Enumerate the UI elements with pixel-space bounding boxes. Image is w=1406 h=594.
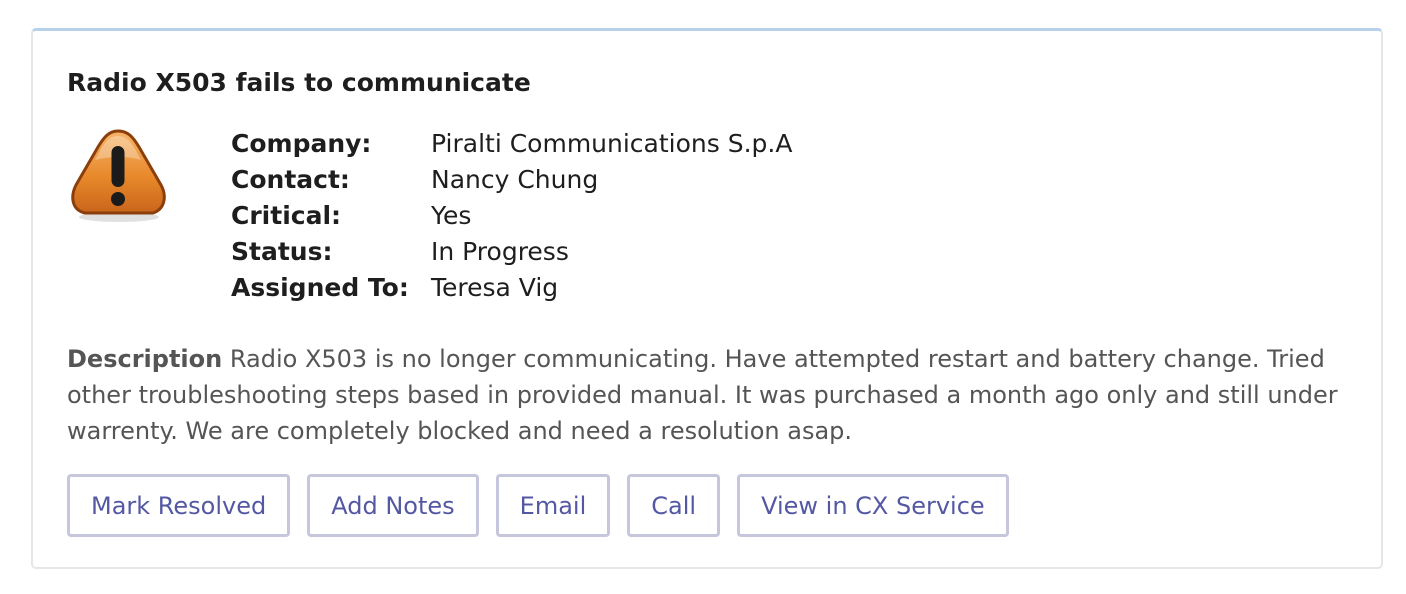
mark-resolved-button[interactable]: Mark Resolved [67, 474, 291, 537]
critical-row: Critical: Yes [231, 198, 792, 234]
assigned-to-label: Assigned To: [231, 273, 409, 302]
email-button[interactable]: Email [495, 474, 611, 537]
company-row: Company: Piralti Communications S.p.A [231, 126, 792, 162]
company-value: Piralti Communications S.p.A [431, 129, 793, 158]
description-label: Description [67, 345, 223, 373]
assigned-to-row: Assigned To: Teresa Vig [231, 270, 792, 306]
incident-card: Radio X503 fails to communicate Company:… [31, 28, 1383, 569]
critical-value: Yes [431, 201, 472, 230]
contact-label: Contact: [231, 165, 350, 194]
contact-value: Nancy Chung [431, 165, 599, 194]
description-text: Radio X503 is no longer communicating. H… [67, 345, 1338, 445]
contact-row: Contact: Nancy Chung [231, 162, 792, 198]
warning-exclamation-icon [67, 125, 169, 225]
incident-title: Radio X503 fails to communicate [67, 68, 531, 97]
incident-details: Company: Piralti Communications S.p.A Co… [231, 126, 792, 306]
action-bar: Mark Resolved Add Notes Email Call View … [67, 474, 1009, 537]
add-notes-button[interactable]: Add Notes [307, 474, 479, 537]
view-in-cx-service-button[interactable]: View in CX Service [737, 474, 1009, 537]
status-value: In Progress [431, 237, 569, 266]
call-button[interactable]: Call [627, 474, 721, 537]
incident-description: Description Radio X503 is no longer comm… [67, 341, 1342, 449]
assigned-to-value: Teresa Vig [431, 273, 559, 302]
company-label: Company: [231, 129, 372, 158]
status-row: Status: In Progress [231, 234, 792, 270]
critical-label: Critical: [231, 201, 342, 230]
status-label: Status: [231, 237, 333, 266]
